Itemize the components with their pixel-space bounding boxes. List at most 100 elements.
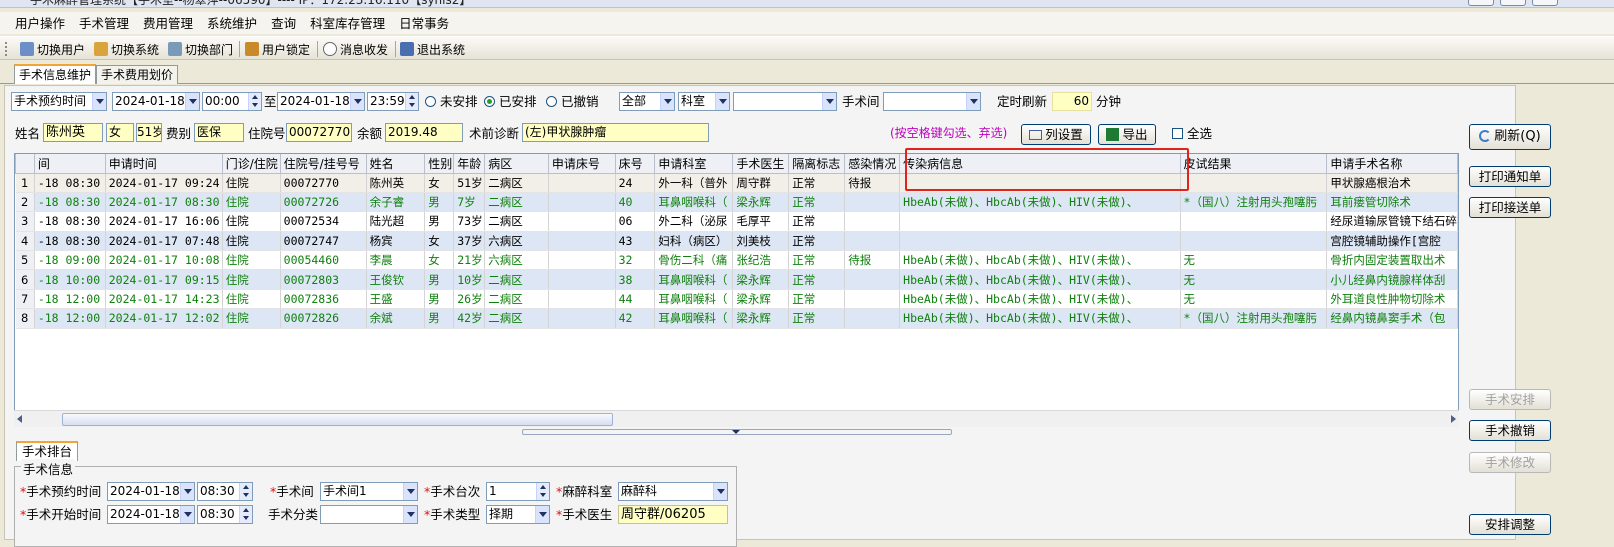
category-select[interactable] <box>320 505 418 524</box>
horizontal-scrollbar[interactable] <box>14 410 1459 427</box>
spinner-icon[interactable] <box>239 506 252 523</box>
chevron-down-icon[interactable] <box>403 506 417 523</box>
menu-query[interactable]: 查询 <box>264 12 303 34</box>
appt-time-field[interactable]: 08:30 <box>197 482 253 501</box>
menu-inventory[interactable]: 科室库存管理 <box>303 12 392 34</box>
filter-type-select[interactable]: 手术预约时间 <box>11 92 107 111</box>
time-from-field[interactable]: 00:00 <box>202 92 262 111</box>
column-header[interactable]: 门诊/住院 <box>221 154 281 174</box>
column-header[interactable]: 感染情况 <box>844 154 901 174</box>
menu-surgery-mgmt[interactable]: 手术管理 <box>72 12 136 34</box>
column-settings-button[interactable]: 列设置 <box>1021 124 1091 145</box>
table-row[interactable]: 1 -18 08:30 2024-01-17 09:24 住院 00072770 陈州英女… <box>15 173 1458 193</box>
radio-cancelled[interactable] <box>546 96 557 107</box>
column-header[interactable]: 隔离标志 <box>788 154 846 174</box>
lock-user-button[interactable]: 用户锁定 <box>245 40 310 58</box>
column-header[interactable]: 性别 <box>424 154 455 174</box>
chevron-down-icon[interactable] <box>180 483 194 500</box>
date-to-picker[interactable]: 2024-01-18 <box>277 92 365 111</box>
surgeon-field[interactable]: 周守群/06205 <box>618 505 728 524</box>
chevron-down-icon[interactable] <box>660 93 674 110</box>
menu-user-ops[interactable]: 用户操作 <box>8 12 72 34</box>
tab-surgery-info[interactable]: 手术信息维护 <box>14 64 97 84</box>
table-row[interactable]: 5 -18 09:00 2024-01-17 10:08 住院 00054460 李晨女 2… <box>15 250 1458 271</box>
spinner-icon[interactable] <box>248 93 261 110</box>
patient-name-field[interactable]: 陈州英 <box>43 123 103 142</box>
chevron-down-icon[interactable] <box>715 93 729 110</box>
column-header[interactable]: 申请床号 <box>547 154 616 174</box>
table-row[interactable]: 2 -18 08:30 2024-01-17 08:30 住院 00072726 余子睿男… <box>15 192 1458 213</box>
surgery-grid[interactable]: 间申请时间 门诊/住院 住院号/挂号号 姓名 性别 年龄 病区 申请床号 床号 申请科室 手术医生隔… <box>14 153 1459 424</box>
column-header[interactable]: 间 <box>33 154 106 174</box>
spinner-icon[interactable] <box>536 483 549 500</box>
balance-field[interactable]: 2019.48 <box>385 123 463 142</box>
menu-fee-mgmt[interactable]: 费用管理 <box>136 12 200 34</box>
column-header[interactable]: 住院号/挂号号 <box>279 154 367 174</box>
adjust-schedule-button[interactable]: 安排调整 <box>1469 514 1551 535</box>
or-room-select[interactable]: 手术间1 <box>320 482 418 501</box>
exit-button[interactable]: 退出系统 <box>400 40 465 58</box>
column-header[interactable]: 病区 <box>484 154 549 174</box>
print-notice-button[interactable]: 打印通知单 <box>1469 166 1551 187</box>
appt-date-picker[interactable]: 2024-01-18 <box>107 482 195 501</box>
maximize-button[interactable] <box>1500 0 1526 6</box>
scope-select[interactable]: 全部 <box>619 92 675 111</box>
menu-daily[interactable]: 日常事务 <box>392 12 456 34</box>
column-header[interactable]: 皮试结果 <box>1179 154 1328 174</box>
column-header[interactable]: 手术医生 <box>732 154 790 174</box>
anes-dept-select[interactable]: 麻醉科 <box>618 482 728 501</box>
refresh-button[interactable]: 刷新(Q) <box>1469 124 1551 150</box>
tab-scheduling[interactable]: 手术排台 <box>16 441 79 461</box>
table-row[interactable]: 4 -18 08:30 2024-01-17 07:48 住院 00072747 杨宾女 3… <box>15 231 1458 252</box>
schedule-surgery-button[interactable]: 手术安排 <box>1469 389 1551 410</box>
print-transfer-button[interactable]: 打印接送单 <box>1469 197 1551 218</box>
chevron-down-icon[interactable] <box>713 483 727 500</box>
dept-type-select[interactable]: 科室 <box>678 92 730 111</box>
column-header[interactable]: 申请科室 <box>654 154 734 174</box>
date-from-picker[interactable]: 2024-01-18 <box>112 92 200 111</box>
time-to-field[interactable]: 23:59 <box>367 92 419 111</box>
chevron-down-icon[interactable] <box>350 93 364 110</box>
tab-surgery-fees[interactable]: 手术费用划价 <box>96 65 179 84</box>
patient-sex-field[interactable]: 女 <box>106 123 134 142</box>
scroll-left-icon[interactable] <box>17 415 22 423</box>
surgery-type-select[interactable]: 择期 <box>486 505 550 524</box>
column-header[interactable]: 姓名 <box>365 154 426 174</box>
close-button[interactable] <box>1532 0 1558 6</box>
chevron-down-icon[interactable] <box>185 93 199 110</box>
table-row[interactable]: 6 -18 10:00 2024-01-17 09:15 住院 00072803 王俊钦男… <box>15 269 1458 290</box>
radio-unscheduled[interactable] <box>425 96 436 107</box>
spinner-icon[interactable] <box>239 483 252 500</box>
chevron-down-icon[interactable] <box>92 93 106 110</box>
dept-select[interactable] <box>733 92 837 111</box>
chevron-down-icon[interactable] <box>403 483 417 500</box>
cancel-surgery-button[interactable]: 手术撤销 <box>1469 420 1551 441</box>
room-select[interactable] <box>883 92 981 111</box>
refresh-interval-input[interactable]: 60 <box>1052 92 1092 111</box>
start-time-field[interactable]: 08:30 <box>197 505 253 524</box>
column-header[interactable]: 申请手术名称 <box>1326 154 1458 174</box>
switch-system-button[interactable]: 切换系统 <box>94 40 159 58</box>
start-date-picker[interactable]: 2024-01-18 <box>107 505 195 524</box>
column-header[interactable]: 申请时间 <box>104 154 223 174</box>
fee-type-field[interactable]: 医保 <box>194 123 244 142</box>
spinner-icon[interactable] <box>405 93 418 110</box>
column-header[interactable]: 床号 <box>614 154 656 174</box>
select-all-checkbox[interactable] <box>1172 128 1183 139</box>
column-header[interactable]: 年龄 <box>453 154 486 174</box>
table-row[interactable]: 3 -18 08:30 2024-01-17 16:06 住院 00072534 陆光超男… <box>15 211 1458 232</box>
chevron-down-icon[interactable] <box>966 93 980 110</box>
chevron-down-icon[interactable] <box>535 506 549 523</box>
radio-scheduled[interactable] <box>484 96 495 107</box>
table-row[interactable]: 7 -18 12:00 2024-01-17 14:23 住院 00072836 王盛男 2… <box>15 289 1458 310</box>
modify-surgery-button[interactable]: 手术修改 <box>1469 452 1551 473</box>
minimize-button[interactable] <box>1468 0 1494 6</box>
export-button[interactable]: 导出 <box>1098 124 1156 145</box>
inpatient-no-field[interactable]: 00072770 <box>286 123 352 142</box>
chevron-down-icon[interactable] <box>180 506 194 523</box>
table-row[interactable]: 8 -18 12:00 2024-01-17 12:02 住院 00072826 余斌男 4… <box>15 308 1458 329</box>
table-seq-field[interactable]: 1 <box>486 482 550 501</box>
diagnosis-field[interactable]: (左)甲状腺肿瘤 <box>522 123 709 142</box>
chevron-down-icon[interactable] <box>822 93 836 110</box>
patient-age-field[interactable]: 51岁 <box>136 123 162 142</box>
